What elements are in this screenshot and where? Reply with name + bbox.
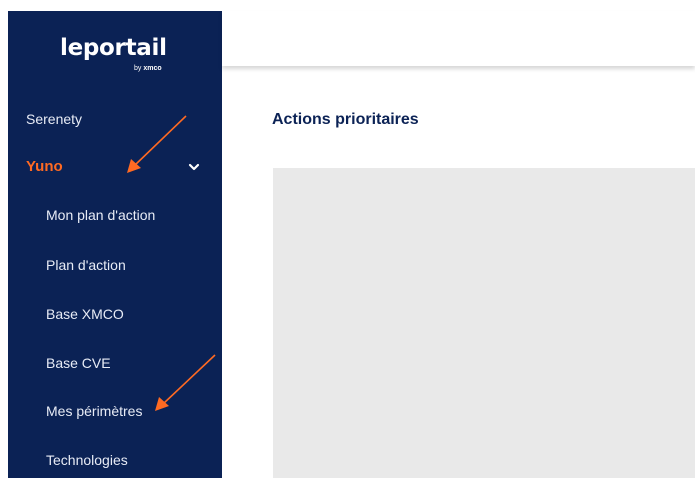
- logo-byline: by xmco: [134, 65, 162, 72]
- sidebar-item-label: Base XMCO: [46, 306, 124, 322]
- sidebar-item-base-cve[interactable]: Base CVE: [8, 345, 222, 381]
- sidebar-item-label: Technologies: [46, 452, 128, 468]
- sidebar-item-plan-daction[interactable]: Plan d'action: [8, 247, 222, 283]
- leportail-logo[interactable]: leportail by xmco: [60, 35, 180, 85]
- top-header-bar: [222, 11, 695, 66]
- logo-by-brand: xmco: [143, 65, 162, 72]
- sidebar-item-base-xmco[interactable]: Base XMCO: [8, 296, 222, 332]
- sidebar-item-label: Mes périmètres: [46, 403, 143, 419]
- sidebar-item-mes-perimetres[interactable]: Mes périmètres: [8, 393, 222, 429]
- sidebar-item-label: Yuno: [26, 158, 63, 175]
- sidebar-item-technologies[interactable]: Technologies: [8, 442, 222, 478]
- sidebar: leportail by xmco Serenety Yuno Mon plan…: [8, 11, 222, 478]
- sidebar-item-mon-plan-daction[interactable]: Mon plan d'action: [8, 197, 222, 233]
- sidebar-item-serenety[interactable]: Serenety: [8, 101, 222, 137]
- chevron-down-icon[interactable]: [188, 161, 200, 173]
- logo-wordmark: leportail: [60, 35, 167, 61]
- logo-by-prefix: by: [134, 65, 142, 72]
- page-title: Actions prioritaires: [272, 111, 419, 128]
- sidebar-item-label: Mon plan d'action: [46, 207, 156, 223]
- sidebar-item-yuno[interactable]: Yuno: [8, 149, 222, 185]
- window-edge: [0, 0, 8, 478]
- sidebar-item-label: Base CVE: [46, 355, 111, 371]
- sidebar-item-label: Plan d'action: [46, 257, 126, 273]
- sidebar-item-label: Serenety: [26, 111, 83, 127]
- actions-panel: [273, 168, 695, 478]
